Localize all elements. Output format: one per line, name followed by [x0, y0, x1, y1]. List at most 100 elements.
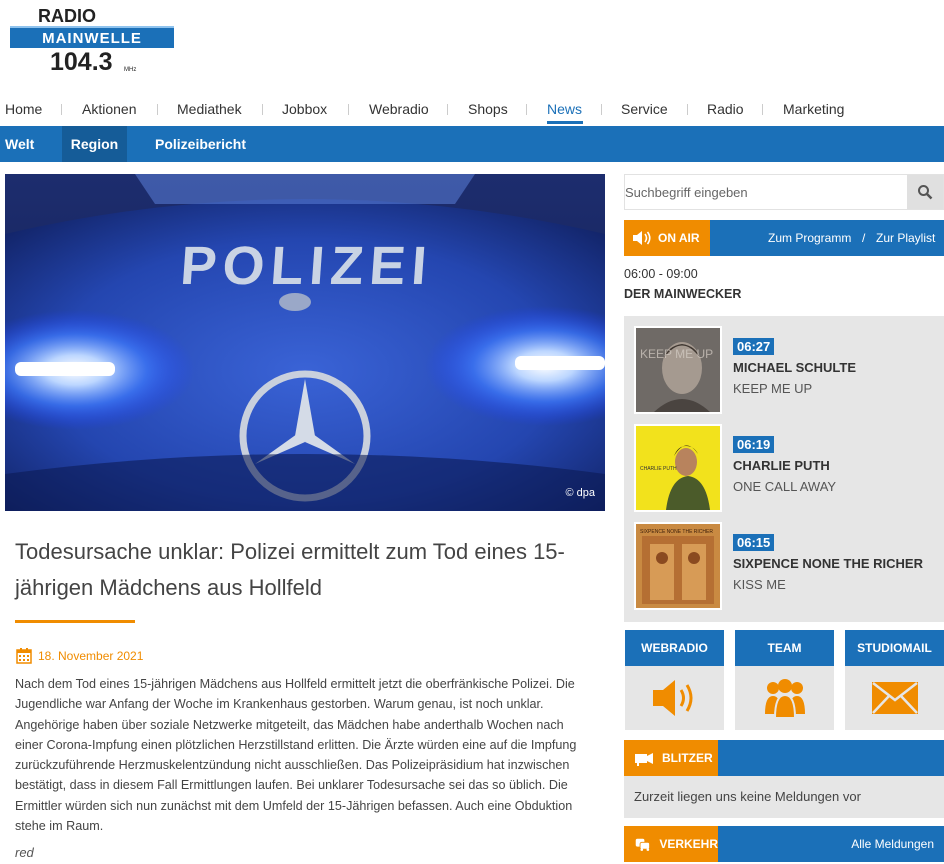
track-artist: CHARLIE PUTH: [733, 458, 830, 473]
image-credit: © dpa: [565, 487, 595, 499]
nav-webradio[interactable]: Webradio: [369, 101, 429, 117]
nav-home[interactable]: Home: [5, 101, 42, 117]
main-nav: Home Aktionen Mediathek Jobbox Webradio …: [0, 97, 944, 124]
nav-service[interactable]: Service: [621, 101, 668, 117]
police-car-photo: POLIZEI: [5, 174, 605, 511]
nav-separator: [762, 104, 763, 115]
tile-studiomail[interactable]: STUDIOMAIL: [845, 630, 944, 730]
mail-icon: [871, 682, 918, 714]
tile-team-label: TEAM: [735, 630, 834, 666]
cover-art-keep-me-up: KEEP ME UP: [636, 328, 720, 412]
nav-mediathek[interactable]: Mediathek: [177, 101, 242, 117]
tile-studiomail-label: STUDIOMAIL: [845, 630, 944, 666]
cover-text: CHARLIE PUTH: [640, 466, 677, 472]
article-author: red: [15, 845, 34, 860]
team-icon: [764, 679, 805, 718]
cover-art-one-call-away: CHARLIE PUTH: [636, 426, 720, 510]
blitzer-tag: BLITZER: [624, 740, 718, 776]
nav-jobbox[interactable]: Jobbox: [282, 101, 327, 117]
search-box: [624, 174, 944, 210]
nav-separator: [601, 104, 602, 115]
nav-separator: [348, 104, 349, 115]
blitzer-bar: BLITZER: [624, 740, 944, 776]
headline-rule: [15, 620, 135, 623]
track-artist: SIXPENCE NONE THE RICHER: [733, 556, 923, 571]
on-air-bar: ON AIR Zum Programm / Zur Playlist: [624, 220, 944, 256]
nav-separator: [687, 104, 688, 115]
all-reports-link[interactable]: Alle Meldungen: [851, 826, 934, 862]
nav-marketing[interactable]: Marketing: [783, 101, 844, 117]
nav-active-indicator: [547, 121, 583, 124]
show-time: 06:00 - 09:00: [624, 267, 698, 281]
verkehr-bar: VERKEHR Alle Meldungen: [624, 826, 944, 862]
logo-line1: RADIO: [38, 6, 96, 26]
album-cover: CHARLIE PUTH: [634, 424, 722, 512]
logo-unit: MHz: [124, 67, 136, 73]
album-cover: SIXPENCE NONE THE RICHER: [634, 522, 722, 610]
nav-separator: [61, 104, 62, 115]
speed-camera-icon: [635, 753, 653, 766]
playlist-panel: KEEP ME UP 06:27 MICHAEL SCHULTE KEEP ME…: [624, 316, 944, 622]
nav-news[interactable]: News: [547, 101, 582, 117]
search-icon: [918, 185, 933, 200]
article-date: 18. November 2021: [38, 649, 144, 663]
cover-text: SIXPENCE NONE THE RICHER: [640, 529, 713, 535]
speaker-icon: [652, 680, 692, 716]
track-title: KEEP ME UP: [733, 381, 813, 396]
nav-separator: [526, 104, 527, 115]
link-separator: /: [862, 231, 866, 245]
subnav-region[interactable]: Region: [62, 126, 127, 162]
nav-separator: [157, 104, 158, 115]
logo-graphic: RADIO MAINWELLE 104.3 MHz: [10, 6, 174, 76]
track-artist: MICHAEL SCHULTE: [733, 360, 857, 375]
album-cover: KEEP ME UP: [634, 326, 722, 414]
playlist-item[interactable]: KEEP ME UP 06:27 MICHAEL SCHULTE KEEP ME…: [634, 326, 934, 414]
blitzer-message: Zurzeit liegen uns keine Meldungen vor: [624, 776, 944, 818]
track-title: KISS ME: [733, 577, 786, 592]
track-time: 06:27: [733, 338, 775, 355]
nav-shops[interactable]: Shops: [468, 101, 508, 117]
program-link[interactable]: Zum Programm: [768, 220, 851, 256]
subnav-welt[interactable]: Welt: [0, 126, 39, 162]
track-time: 06:15: [733, 534, 775, 551]
speaker-icon: [633, 231, 651, 245]
hero-plate-text: POLIZEI: [178, 236, 434, 296]
logo-line2: MAINWELLE: [42, 30, 142, 47]
verkehr-tag: VERKEHR: [624, 826, 718, 862]
tile-webradio-label: WEBRADIO: [625, 630, 724, 666]
verkehr-label: VERKEHR: [659, 837, 718, 851]
nav-aktionen[interactable]: Aktionen: [82, 101, 136, 117]
article-headline: Todesursache unklar: Polizei ermittelt z…: [15, 539, 565, 600]
show-name[interactable]: DER MAINWECKER: [624, 287, 741, 301]
search-button[interactable]: [907, 175, 943, 209]
calendar-icon: [16, 648, 32, 664]
article-hero-image: POLIZEI © dpa: [5, 174, 605, 511]
tile-team[interactable]: TEAM: [735, 630, 834, 730]
track-title: ONE CALL AWAY: [733, 479, 837, 494]
cover-art-kiss-me: SIXPENCE NONE THE RICHER: [636, 524, 720, 608]
sub-nav: Welt Region Polizeibericht: [0, 126, 944, 162]
on-air-label: ON AIR: [658, 231, 700, 245]
on-air-tag: ON AIR: [624, 220, 710, 256]
tile-webradio-body: [625, 666, 724, 730]
playlist-link[interactable]: Zur Playlist: [876, 220, 935, 256]
page: RADIO MAINWELLE 104.3 MHz Home Aktionen …: [0, 0, 944, 864]
traffic-icon: [635, 838, 651, 851]
nav-separator: [262, 104, 263, 115]
tile-team-body: [735, 666, 834, 730]
playlist-item[interactable]: SIXPENCE NONE THE RICHER 06:15 SIXPENCE …: [634, 522, 934, 610]
search-input[interactable]: [625, 175, 909, 209]
logo-line3: 104.3: [50, 48, 113, 76]
tile-webradio[interactable]: WEBRADIO: [625, 630, 724, 730]
nav-radio[interactable]: Radio: [707, 101, 744, 117]
nav-separator: [447, 104, 448, 115]
tile-studiomail-body: [845, 666, 944, 730]
article-date-row: 18. November 2021: [16, 648, 143, 664]
station-logo[interactable]: RADIO MAINWELLE 104.3 MHz: [10, 4, 178, 76]
article-body: Nach dem Tod eines 15-jährigen Mädchens …: [15, 677, 577, 834]
blitzer-label: BLITZER: [662, 751, 713, 765]
track-time: 06:19: [733, 436, 775, 453]
cover-text: KEEP ME UP: [640, 347, 713, 361]
playlist-item[interactable]: CHARLIE PUTH 06:19 CHARLIE PUTH ONE CALL…: [634, 424, 934, 512]
subnav-polizeibericht[interactable]: Polizeibericht: [150, 126, 251, 162]
